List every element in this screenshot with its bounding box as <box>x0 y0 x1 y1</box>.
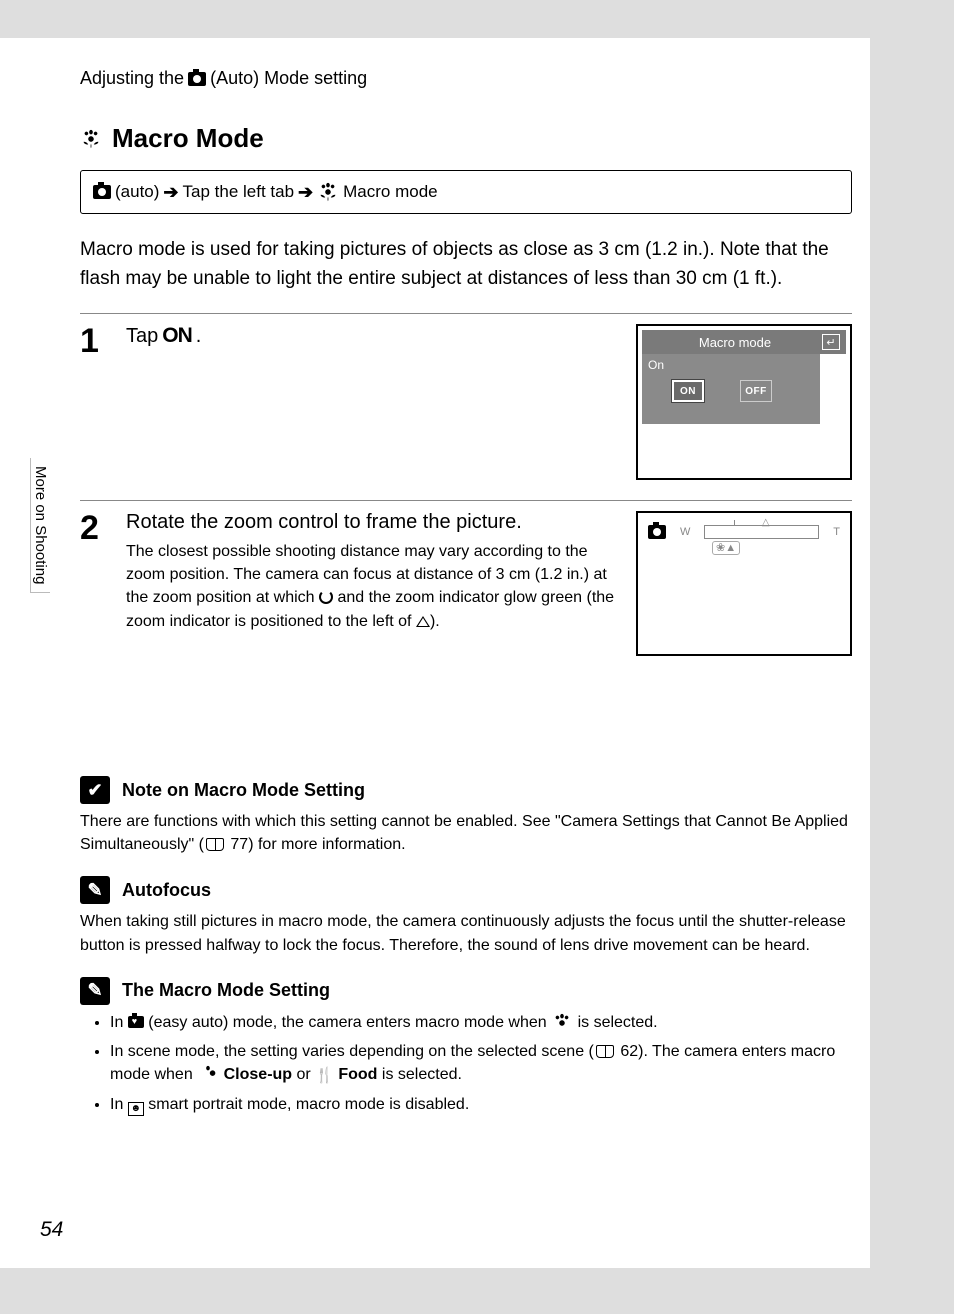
header-prefix: Adjusting the <box>80 68 184 89</box>
page-ref-icon <box>206 838 224 851</box>
lcd-body: On ON OFF <box>642 354 820 424</box>
pencil-note-icon: ✎ <box>80 977 110 1005</box>
zoom-tele-label: T <box>833 526 840 538</box>
page-number: 54 <box>40 1218 63 1242</box>
zoom-wide-label: W <box>680 526 690 538</box>
desc-text: ). <box>430 613 440 630</box>
zoom-macro-badge: ❀▲ <box>712 541 840 554</box>
breadcrumb-part: Tap the left tab <box>183 182 295 202</box>
on-glyph-icon: ON <box>162 324 192 348</box>
note-autofocus: ✎ Autofocus When taking still pictures i… <box>80 876 852 956</box>
page-ref-icon <box>596 1045 614 1058</box>
step-1: 1 Tap ON. Macro mode ↵ On ON OFF <box>80 313 852 480</box>
note-text: ) for more information. <box>248 836 405 853</box>
navigation-path-box: (auto) ➔ Tap the left tab ➔ Macro mode <box>80 170 852 214</box>
note-body: When taking still pictures in macro mode… <box>80 910 852 956</box>
lcd-titlebar: Macro mode ↵ <box>642 330 846 354</box>
intro-paragraph: Macro mode is used for taking pictures o… <box>80 236 852 293</box>
section-title-row: Macro Mode <box>80 123 852 154</box>
smart-portrait-icon: ☻ <box>128 1102 144 1116</box>
lcd-screen-macro: Macro mode ↵ On ON OFF <box>636 324 852 480</box>
note-macro-mode-setting: ✎ The Macro Mode Setting In (easy auto) … <box>80 977 852 1116</box>
page-ref: 77 <box>230 836 248 853</box>
step-2: 2 Rotate the zoom control to frame the p… <box>80 500 852 656</box>
step-figure: Macro mode ↵ On ON OFF <box>636 324 852 480</box>
zoom-indicator-bar: △ <box>704 525 819 539</box>
step-number: 2 <box>80 511 110 656</box>
note-body: There are functions with which this sett… <box>80 810 852 856</box>
note-text: There are functions with which this sett… <box>80 813 848 853</box>
note-title: Note on Macro Mode Setting <box>122 780 365 801</box>
step-figure: W △ T ❀▲ <box>636 511 852 656</box>
lcd-status: On <box>648 358 814 372</box>
macro-flower-icon <box>551 1012 573 1034</box>
check-note-icon: ✔ <box>80 776 110 804</box>
header-suffix: (Auto) Mode setting <box>210 68 367 89</box>
section-title: Macro Mode <box>112 123 264 154</box>
breadcrumb-part: (auto) <box>115 182 159 202</box>
notes-section: ✔ Note on Macro Mode Setting There are f… <box>80 776 852 1116</box>
camera-icon <box>188 72 206 86</box>
note-bullet: In (easy auto) mode, the camera enters m… <box>110 1011 852 1034</box>
arrow-right-icon: ➔ <box>163 182 178 203</box>
step-headline: Rotate the zoom control to frame the pic… <box>126 511 620 534</box>
note-macro-setting: ✔ Note on Macro Mode Setting There are f… <box>80 776 852 856</box>
arrow-right-icon: ➔ <box>298 182 313 203</box>
off-button[interactable]: OFF <box>740 380 772 402</box>
food-utensils-icon: 🍴 <box>315 1067 334 1084</box>
step-headline-text: Rotate the zoom control to frame the pic… <box>126 511 522 534</box>
step-headline: Tap ON. <box>126 324 620 348</box>
step-headline-text: Tap <box>126 325 158 348</box>
on-button[interactable]: ON <box>672 380 704 402</box>
easy-auto-icon <box>128 1016 144 1028</box>
macro-flower-icon <box>197 1064 219 1086</box>
breadcrumb-part: Macro mode <box>343 182 437 202</box>
manual-page: Adjusting the (Auto) Mode setting Macro … <box>0 38 870 1268</box>
zoom-triangle-marker: △ <box>762 517 770 528</box>
step-number: 1 <box>80 324 110 480</box>
macro-flower-icon <box>80 128 102 150</box>
macro-flower-icon <box>317 181 339 203</box>
lcd-screen-zoom: W △ T ❀▲ <box>636 511 852 656</box>
note-title: Autofocus <box>122 880 211 901</box>
lcd-title: Macro mode <box>699 335 771 350</box>
camera-icon <box>648 525 666 539</box>
camera-icon <box>93 185 111 199</box>
note-body: In (easy auto) mode, the camera enters m… <box>80 1011 852 1116</box>
triangle-icon <box>416 616 430 627</box>
note-bullet: In ☻ smart portrait mode, macro mode is … <box>110 1093 852 1116</box>
side-tab-label: More on Shooting <box>30 458 50 593</box>
note-title: The Macro Mode Setting <box>122 980 330 1001</box>
food-label: Food <box>338 1066 377 1083</box>
focus-ring-icon <box>319 590 333 604</box>
note-bullet: In scene mode, the setting varies depend… <box>110 1040 852 1087</box>
step-headline-suffix: . <box>196 325 202 348</box>
pencil-note-icon: ✎ <box>80 876 110 904</box>
back-icon[interactable]: ↵ <box>822 334 840 350</box>
closeup-label: Close-up <box>224 1066 292 1083</box>
step-description: The closest possible shooting distance m… <box>126 540 620 633</box>
page-header: Adjusting the (Auto) Mode setting <box>80 68 852 89</box>
